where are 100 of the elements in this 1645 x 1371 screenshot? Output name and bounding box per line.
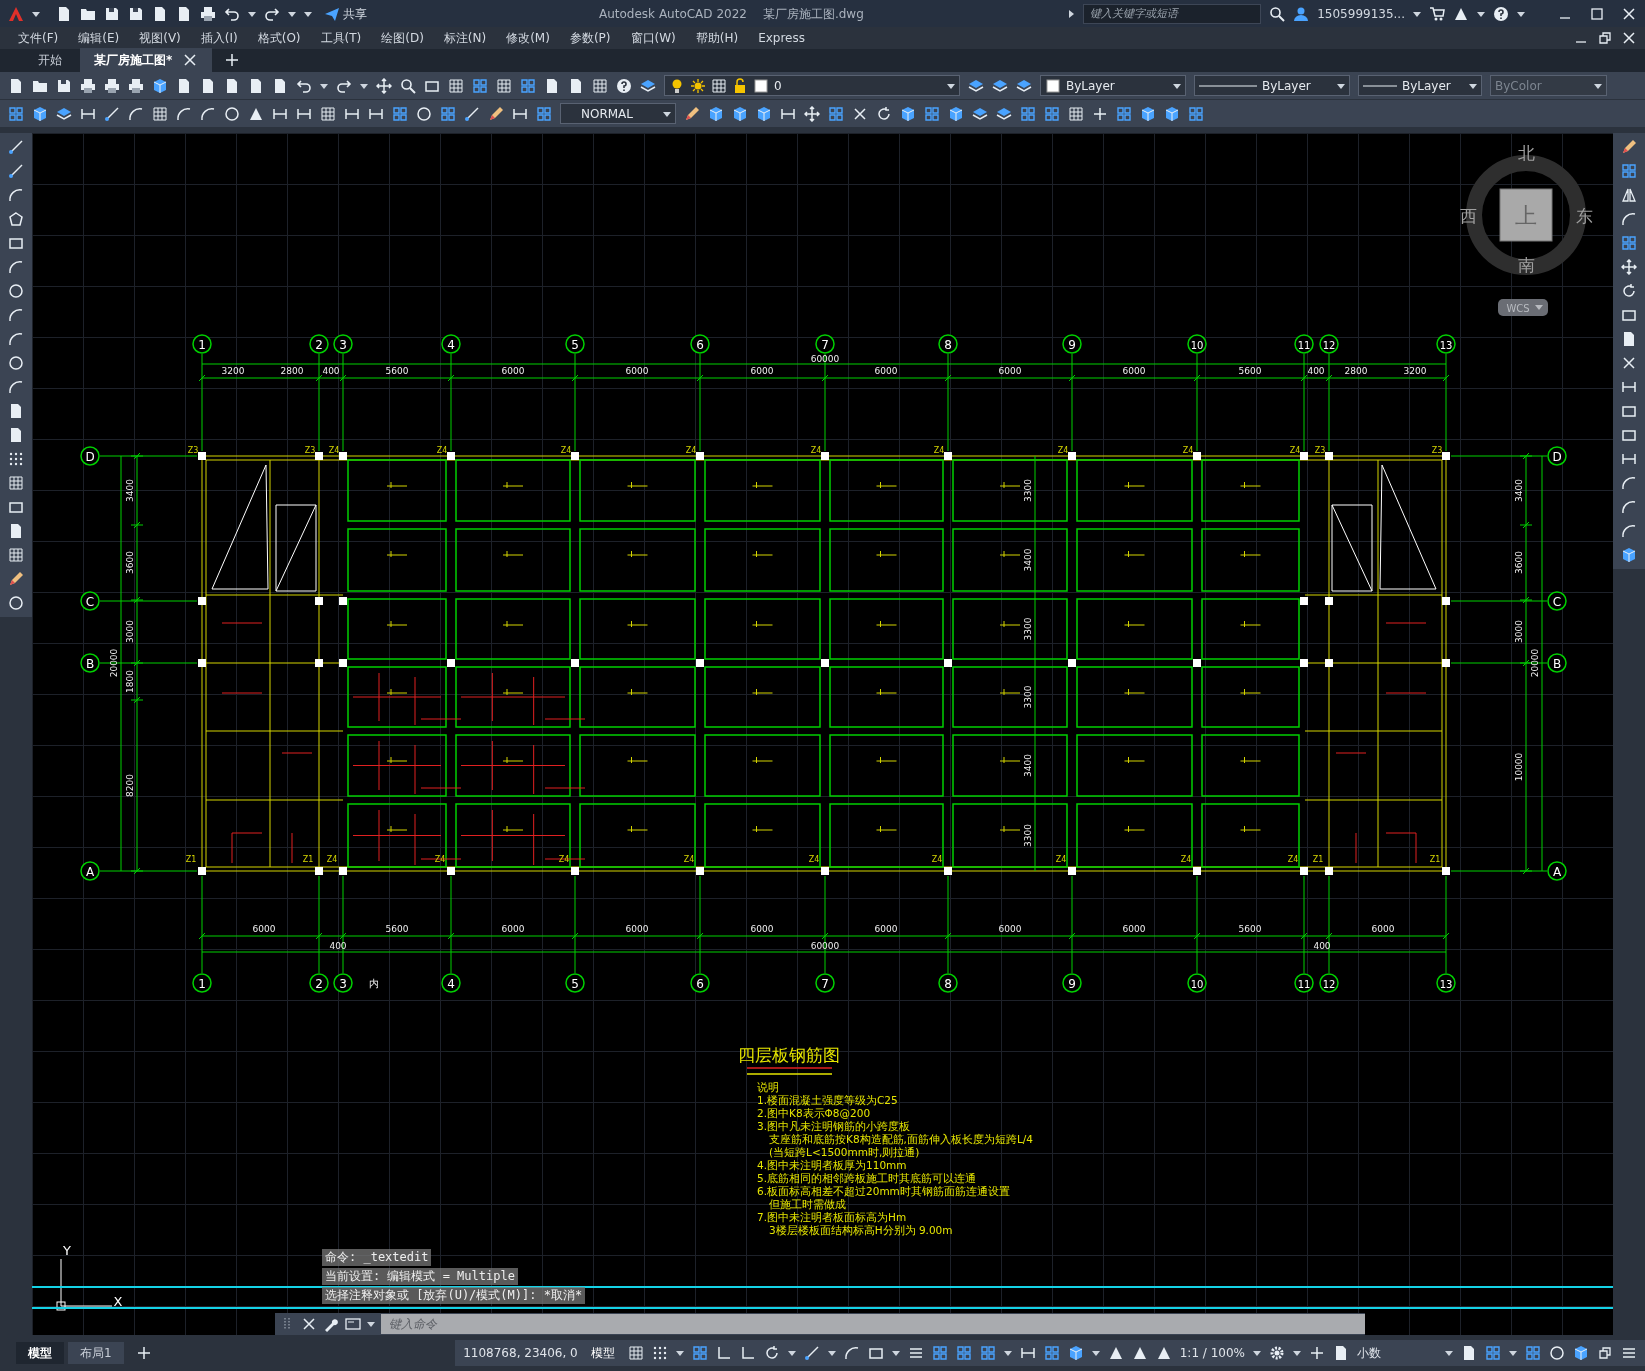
arc-icon[interactable] (8, 379, 24, 395)
arc-icon[interactable] (1621, 475, 1637, 491)
layers-icon[interactable] (640, 77, 656, 94)
caret-icon[interactable] (320, 81, 328, 90)
grid-icon[interactable] (448, 77, 464, 94)
layers-icon[interactable] (992, 77, 1008, 94)
app-logo-icon[interactable] (8, 5, 24, 22)
printer-icon[interactable] (200, 5, 216, 22)
plus-icon[interactable] (135, 1345, 152, 1361)
document-icon[interactable] (248, 77, 264, 94)
command-window-icon[interactable] (345, 1316, 361, 1332)
document-icon[interactable] (8, 523, 24, 539)
document-icon[interactable] (8, 403, 24, 419)
cube-icon[interactable] (32, 105, 48, 122)
menu-item[interactable]: 编辑(E) (68, 29, 130, 47)
user-name[interactable]: 1505999135... (1317, 4, 1405, 23)
cube-icon[interactable] (900, 105, 916, 122)
caret-icon[interactable] (1003, 1349, 1012, 1357)
caret-icon[interactable] (1413, 9, 1421, 18)
menu-item[interactable]: 标注(N) (433, 29, 497, 47)
caret-icon[interactable] (360, 81, 368, 90)
cart-icon[interactable] (1429, 5, 1445, 22)
squares-icon[interactable] (472, 77, 488, 94)
rectangle-icon[interactable] (8, 235, 24, 251)
triangle-icon[interactable] (1107, 1345, 1124, 1361)
gear-icon[interactable] (1269, 1345, 1285, 1361)
layers-icon[interactable] (968, 77, 984, 94)
caret-icon[interactable] (1477, 9, 1485, 18)
caret-icon[interactable] (947, 81, 955, 90)
cube-icon[interactable] (732, 105, 748, 122)
caret-icon[interactable] (663, 109, 671, 118)
expand-arrow-icon[interactable] (1067, 9, 1076, 18)
mirror-triangles-icon[interactable] (1621, 187, 1637, 203)
search-field[interactable]: 键入关键字或短语 (1083, 3, 1262, 24)
document-icon[interactable] (224, 77, 240, 94)
caret-icon[interactable] (1173, 81, 1181, 90)
squares-icon[interactable] (931, 1345, 948, 1361)
printer-icon[interactable] (128, 77, 144, 94)
grid-icon[interactable] (320, 105, 336, 122)
caret-icon[interactable] (248, 9, 256, 18)
menu-item[interactable]: 绘图(D) (371, 29, 434, 47)
caret-icon[interactable] (675, 1349, 684, 1357)
rectangle-icon[interactable] (1621, 307, 1637, 323)
document-icon[interactable] (152, 5, 168, 22)
undo-arrow-icon[interactable] (224, 5, 240, 22)
wrench-icon[interactable] (323, 1316, 339, 1332)
document-icon[interactable] (8, 77, 24, 94)
move-arrows-icon[interactable] (1621, 259, 1637, 275)
document-icon[interactable] (176, 77, 192, 94)
menu-icon[interactable] (907, 1345, 924, 1361)
line-icon[interactable] (8, 163, 24, 179)
search-icon[interactable] (400, 77, 416, 94)
caret-icon[interactable] (1293, 1349, 1301, 1357)
right-angle-icon[interactable] (739, 1345, 756, 1361)
triangle-icon[interactable] (1131, 1345, 1148, 1361)
arc-icon[interactable] (200, 105, 216, 122)
linetype-dropdown[interactable]: ByLayer (1194, 75, 1350, 96)
command-input[interactable]: 键入命令 (381, 1314, 1365, 1334)
dimension-icon[interactable] (1621, 379, 1637, 395)
circle-icon[interactable] (1549, 1345, 1565, 1361)
line-icon[interactable] (803, 1345, 820, 1361)
rectangle-icon[interactable] (1621, 427, 1637, 443)
cube-icon[interactable] (1067, 1345, 1084, 1361)
plus-icon[interactable] (224, 52, 241, 68)
menu-item[interactable]: 文件(F) (8, 29, 69, 47)
cube-icon[interactable] (756, 105, 772, 122)
squares-icon[interactable] (1485, 1345, 1501, 1361)
document-icon[interactable] (8, 427, 24, 443)
close-icon[interactable] (1621, 30, 1637, 46)
squares-icon[interactable] (8, 105, 24, 122)
circle-icon[interactable] (8, 595, 24, 611)
dimension-icon[interactable] (1621, 451, 1637, 467)
caret-icon[interactable] (1337, 81, 1345, 90)
close-icon[interactable] (301, 1316, 317, 1332)
menu-item[interactable]: 窗口(W) (620, 29, 686, 47)
cube-icon[interactable] (152, 77, 168, 94)
grid-icon[interactable] (496, 77, 512, 94)
grid-icon[interactable] (8, 547, 24, 563)
lineweight-dropdown[interactable]: ByLayer (1358, 75, 1482, 96)
grid-icon[interactable] (8, 475, 24, 491)
close-icon[interactable] (1621, 5, 1637, 22)
rectangle-icon[interactable] (1621, 403, 1637, 419)
plus-icon[interactable] (1309, 1345, 1325, 1361)
layer-dropdown[interactable]: 0 (664, 75, 960, 96)
help-icon[interactable] (616, 77, 632, 94)
cube-icon[interactable] (1140, 105, 1156, 122)
menu-item[interactable]: 格式(O) (247, 29, 311, 47)
menu-item[interactable]: 帮助(H) (685, 29, 749, 47)
menu-item[interactable]: 插入(I) (190, 29, 248, 47)
circle-icon[interactable] (224, 105, 240, 122)
dotted-grid-icon[interactable] (8, 451, 24, 467)
squares-icon[interactable] (1621, 163, 1637, 179)
document-icon[interactable] (544, 77, 560, 94)
close-icon[interactable] (1621, 355, 1637, 371)
layers-icon[interactable] (972, 105, 988, 122)
menu-item[interactable]: Express (748, 29, 815, 47)
dimension-icon[interactable] (1019, 1345, 1036, 1361)
squares-icon[interactable] (691, 1345, 708, 1361)
drawing-canvas[interactable] (32, 133, 1613, 1335)
pencil-icon[interactable] (8, 571, 24, 587)
